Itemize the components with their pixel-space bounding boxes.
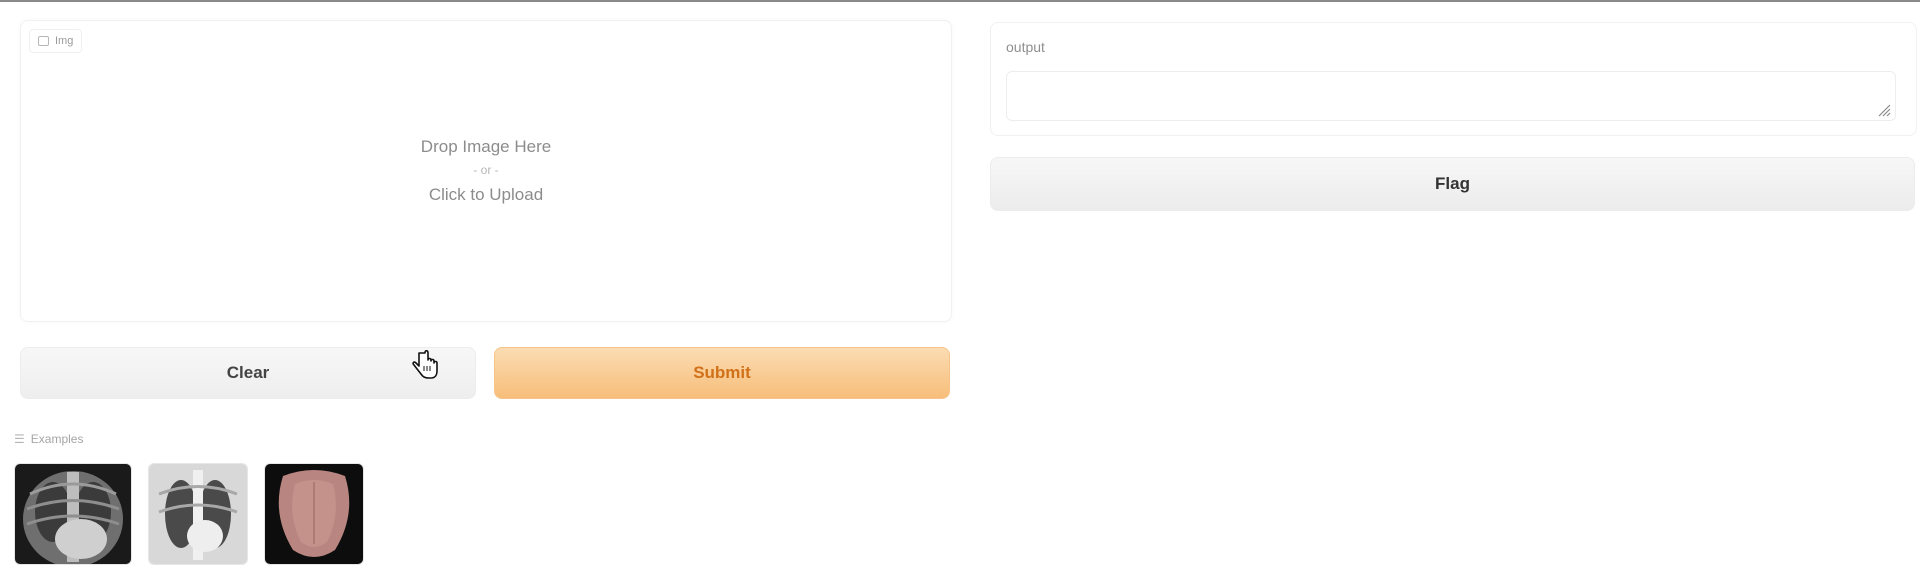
output-textbox[interactable]: [1006, 71, 1896, 121]
clear-button[interactable]: Clear: [20, 347, 476, 399]
list-icon: ☰: [14, 432, 25, 446]
top-border: [0, 0, 1920, 2]
click-to-upload-text: Click to Upload: [428, 185, 544, 204]
image-input-panel[interactable]: Drop Image Here - or - Click to Upload I…: [20, 20, 952, 322]
tongue-image: [265, 464, 363, 564]
output-label: output: [1006, 39, 1045, 55]
output-panel: output: [990, 22, 1917, 136]
image-input-label-text: Img: [55, 35, 74, 47]
submit-button-label: Submit: [693, 363, 751, 382]
example-thumbnail-xray-2[interactable]: [148, 463, 248, 565]
chest-xray-image: [149, 464, 247, 564]
clear-button-label: Clear: [226, 363, 270, 382]
chest-xray-image: [15, 464, 131, 564]
example-thumbnail-tongue[interactable]: [264, 463, 364, 565]
flag-button-label: Flag: [1435, 174, 1470, 193]
or-separator: - or -: [473, 163, 499, 177]
flag-button[interactable]: Flag: [990, 157, 1915, 211]
image-input-label: Img: [29, 29, 83, 53]
app-root: Drop Image Here - or - Click to Upload I…: [0, 0, 1920, 576]
image-icon: [38, 36, 49, 46]
hand-cursor-icon: [412, 350, 438, 379]
drop-image-text: Drop Image Here: [420, 137, 552, 156]
examples-header: ☰ Examples: [14, 432, 83, 446]
examples-label: Examples: [30, 432, 84, 446]
upload-dropzone[interactable]: Drop Image Here - or - Click to Upload: [21, 21, 951, 321]
resize-handle-icon[interactable]: [1877, 103, 1891, 117]
example-thumbnail-xray-1[interactable]: [14, 463, 132, 565]
submit-button[interactable]: Submit: [494, 347, 950, 399]
examples-gallery: [14, 463, 364, 565]
